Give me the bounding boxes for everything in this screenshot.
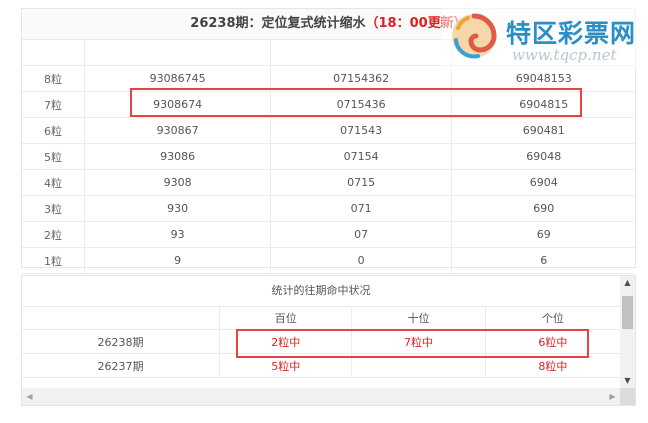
hundreds-cell: 930867 [84, 117, 271, 144]
scroll-down-icon[interactable]: ▼ [620, 374, 635, 388]
ones-cell: 690 [451, 195, 635, 222]
table-row: 3粒 930 071 690 [22, 195, 635, 222]
tens-cell: 0715436 [270, 91, 453, 118]
row-label: 1粒 [22, 247, 86, 274]
row-label: 2粒 [22, 221, 86, 248]
row-label: 8粒 [22, 65, 86, 92]
period-cell: 26238期 [22, 329, 221, 354]
history-header-row: 百位 十位 个位 [22, 306, 620, 330]
title-main: 26238期：定位复式统计缩水 [190, 16, 366, 31]
table-row: 5粒 93086 07154 69048 [22, 143, 635, 170]
ones-cell: 6904 [451, 169, 635, 196]
tens-cell: 07154 [270, 143, 453, 170]
tens-hit-cell [351, 353, 486, 378]
swirl-logo-icon [452, 13, 497, 59]
brand-name: 特区彩票网 [506, 19, 637, 48]
ones-cell: 6 [451, 247, 635, 274]
header-cell [84, 39, 271, 66]
site-watermark: 特区彩票网 www.tqcp.net [442, 6, 642, 70]
row-label: 3粒 [22, 195, 86, 222]
table-row: 26238期 2粒中 7粒中 6粒中 [22, 329, 620, 354]
tens-hit-cell: 7粒中 [351, 329, 486, 354]
scroll-left-icon[interactable]: ◀ [22, 388, 37, 405]
table-row: 1粒 9 0 6 [22, 247, 635, 274]
hundreds-cell: 93 [84, 221, 271, 248]
tens-cell: 07 [270, 221, 453, 248]
hundreds-cell: 9308 [84, 169, 271, 196]
table-row: 6粒 930867 071543 690481 [22, 117, 635, 144]
table-row: 7粒 9308674 0715436 6904815 [22, 91, 635, 118]
table-row: 4粒 9308 0715 6904 [22, 169, 635, 196]
history-panel: 统计的往期命中状况 百位 十位 个位 26238期 2粒中 7粒中 6粒中 26… [21, 275, 636, 406]
hundreds-cell: 930 [84, 195, 271, 222]
table-row: 2粒 93 07 69 [22, 221, 635, 248]
ones-hit-cell: 8粒中 [485, 353, 620, 378]
tens-cell: 071 [270, 195, 453, 222]
horizontal-scrollbar[interactable]: ◀ ▶ [22, 388, 620, 405]
ones-hit-cell: 6粒中 [485, 329, 620, 354]
row-label: 7粒 [22, 91, 86, 118]
period-cell: 26237期 [22, 353, 221, 378]
row-label: 4粒 [22, 169, 86, 196]
tens-cell: 0 [270, 247, 453, 274]
header-cell [270, 39, 453, 66]
hundreds-cell: 9 [84, 247, 271, 274]
header-cell [22, 39, 86, 66]
scroll-up-icon[interactable]: ▲ [620, 276, 635, 290]
tens-cell: 0715 [270, 169, 453, 196]
scroll-thumb[interactable] [622, 296, 633, 329]
history-table: 百位 十位 个位 26238期 2粒中 7粒中 6粒中 26237期 5粒中 8… [22, 306, 620, 378]
ones-cell: 6904815 [451, 91, 635, 118]
hundreds-cell: 93086 [84, 143, 271, 170]
ones-cell: 69048 [451, 143, 635, 170]
hundreds-cell: 93086745 [84, 65, 271, 92]
tens-cell: 071543 [270, 117, 453, 144]
ones-cell: 690481 [451, 117, 635, 144]
tens-cell: 07154362 [270, 65, 453, 92]
hundreds-cell: 9308674 [84, 91, 271, 118]
row-label: 5粒 [22, 143, 86, 170]
row-label: 6粒 [22, 117, 86, 144]
grain-table: 8粒 93086745 07154362 69048153 7粒 9308674… [22, 39, 635, 274]
table-row: 26237期 5粒中 8粒中 [22, 353, 620, 378]
ones-cell: 69 [451, 221, 635, 248]
column-header-hundreds: 百位 [219, 306, 353, 330]
scroll-right-icon[interactable]: ▶ [605, 388, 620, 405]
vertical-scrollbar[interactable]: ▲ ▼ [620, 276, 635, 388]
hundreds-hit-cell: 2粒中 [219, 329, 353, 354]
brand-url: www.tqcp.net [512, 46, 617, 64]
hundreds-hit-cell: 5粒中 [219, 353, 353, 378]
history-heading: 统计的往期命中状况 [22, 276, 620, 307]
scrollbar-corner [620, 388, 635, 405]
column-header-tens: 十位 [351, 306, 486, 330]
column-header [22, 306, 221, 330]
column-header-ones: 个位 [485, 306, 620, 330]
